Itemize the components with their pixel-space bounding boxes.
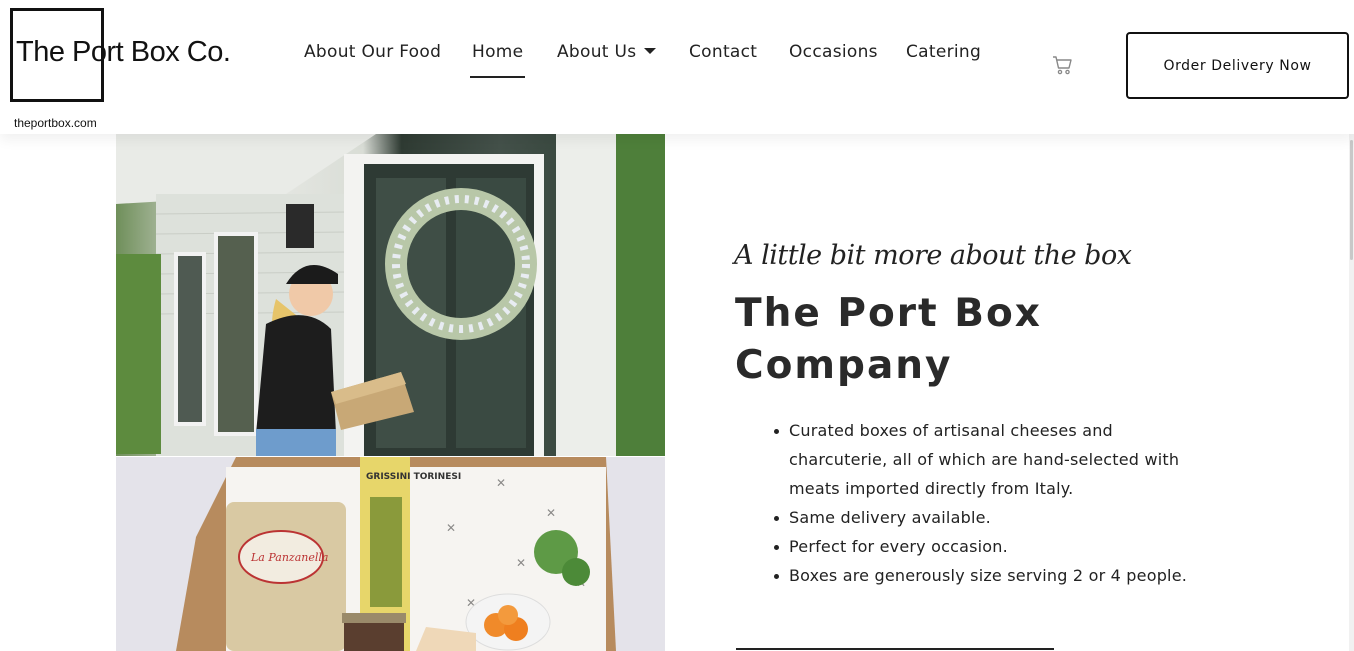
svg-text:✕: ✕	[546, 506, 556, 520]
breadsticks-brand-label: GRISSINI TORINESI	[366, 472, 461, 482]
logo-url: theportbox.com	[14, 116, 97, 130]
page-scrollbar-thumb[interactable]	[1350, 140, 1353, 260]
feature-item: Boxes are generously size serving 2 or 4…	[770, 561, 1190, 590]
section-tagline: A little bit more about the box	[734, 240, 1132, 271]
chevron-down-icon	[644, 48, 657, 54]
section-divider	[736, 648, 1054, 650]
feature-item: Same delivery available.	[770, 503, 1190, 532]
nav-about-us[interactable]: About Us	[557, 42, 657, 62]
shopping-cart-icon[interactable]	[1052, 54, 1074, 76]
crackers-brand-label: La Panzanella	[250, 551, 328, 564]
svg-text:✕: ✕	[446, 521, 456, 535]
nav-catering[interactable]: Catering	[906, 42, 981, 62]
svg-text:✕: ✕	[516, 556, 526, 570]
nav-occasions[interactable]: Occasions	[789, 42, 878, 62]
nav-about-us-label: About Us	[557, 42, 637, 62]
nav-home[interactable]: Home	[469, 42, 526, 78]
order-delivery-button[interactable]: Order Delivery Now	[1126, 32, 1349, 99]
feature-item: Curated boxes of artisanal cheeses and c…	[770, 416, 1190, 503]
nav-about-our-food[interactable]: About Our Food	[304, 42, 441, 62]
feature-list: Curated boxes of artisanal cheeses and c…	[770, 416, 1190, 590]
logo-text: The Port Box Co.	[16, 36, 231, 68]
box-contents-photo: ✕ ✕ ✕ ✕ ✕ ✕ La Panzanella GRISSINI TORIN…	[116, 457, 665, 651]
feature-item: Perfect for every occasion.	[770, 532, 1190, 561]
site-header: The Port Box Co. theportbox.com About Ou…	[0, 0, 1354, 134]
nav-contact[interactable]: Contact	[689, 42, 757, 62]
section-heading: The Port Box Company	[735, 291, 1042, 388]
svg-text:✕: ✕	[496, 476, 506, 490]
delivery-photo	[116, 134, 665, 456]
